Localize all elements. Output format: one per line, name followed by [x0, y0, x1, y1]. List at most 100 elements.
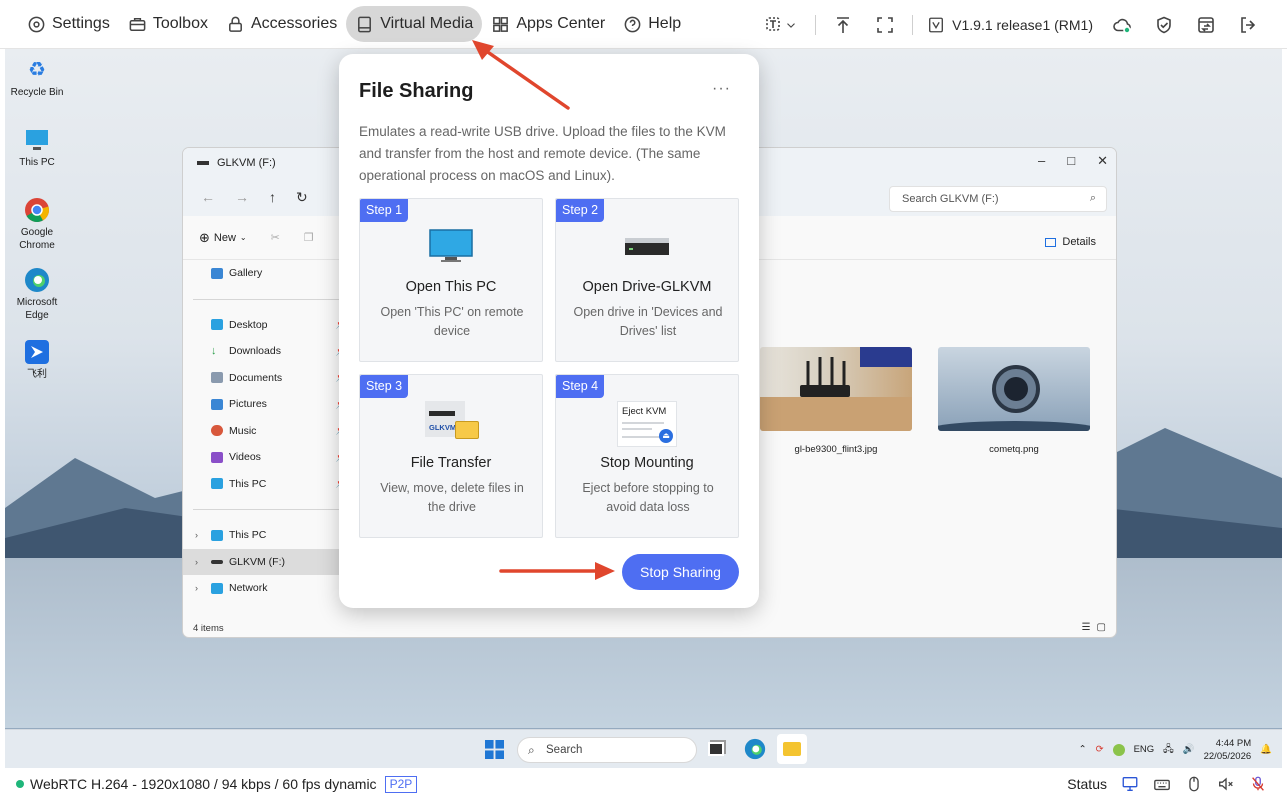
- volume-icon[interactable]: 🔊: [1183, 744, 1195, 755]
- file-thumbnail-comet[interactable]: [938, 347, 1090, 431]
- sidebar-item-videos[interactable]: Videos📌: [183, 444, 351, 471]
- edge-icon: [24, 267, 50, 293]
- mouse-icon[interactable]: [1185, 775, 1203, 793]
- toolbox-button[interactable]: Toolbox: [119, 6, 217, 42]
- sidebar-item-documents[interactable]: Documents📌: [183, 365, 351, 392]
- taskbar-clock[interactable]: 4:44 PM 22/05/2026: [1204, 737, 1252, 763]
- file-thumbnail-router[interactable]: [760, 347, 912, 431]
- tray-app-icon[interactable]: [1112, 743, 1125, 756]
- popup-description: Emulates a read-write USB drive. Upload …: [359, 124, 726, 183]
- keyboard-icon[interactable]: [1153, 775, 1171, 793]
- tree-item-label: GLKVM (F:): [229, 555, 286, 568]
- accessories-button[interactable]: Accessories: [217, 6, 346, 42]
- sidebar-item-label: Pictures: [229, 398, 267, 411]
- file-name[interactable]: gl-be9300_flint3.jpg: [760, 444, 912, 455]
- sidebar-item-music[interactable]: Music📌: [183, 418, 351, 445]
- divider: [815, 14, 817, 35]
- connection-status-dot: [16, 780, 24, 788]
- chrome-icon: [24, 197, 50, 223]
- help-icon: [624, 16, 641, 32]
- folder-icon: [783, 742, 801, 756]
- sidebar-item-desktop[interactable]: Desktop📌: [183, 312, 351, 339]
- text-cursor-icon: [766, 16, 780, 31]
- windows-start-icon[interactable]: [485, 740, 504, 764]
- forward-arrow-icon[interactable]: →: [235, 189, 249, 205]
- chevron-up-icon[interactable]: ⌃: [1079, 744, 1087, 755]
- version-button[interactable]: V1.9.1 release1 (RM1): [919, 16, 1101, 34]
- back-arrow-icon[interactable]: ←: [201, 189, 215, 205]
- desktop-icon-recycle-bin[interactable]: ♻ Recycle Bin: [6, 57, 68, 99]
- version-icon: [929, 17, 944, 32]
- apps-center-button[interactable]: Apps Center: [482, 6, 614, 42]
- divider: [912, 14, 914, 35]
- network-icon[interactable]: 🖧: [1163, 742, 1174, 758]
- notification-bell-icon[interactable]: 🔔: [1260, 744, 1272, 755]
- view-mode-toggles: ☰ ▢: [1082, 622, 1106, 633]
- upload-button[interactable]: [822, 7, 864, 43]
- tile-view-icon[interactable]: ▢: [1097, 622, 1106, 633]
- task-view-icon[interactable]: [708, 742, 724, 756]
- cut-icon[interactable]: ✂: [271, 231, 280, 244]
- microphone-icon[interactable]: [1249, 775, 1267, 793]
- switch-window-button[interactable]: [1185, 7, 1227, 43]
- explorer-tab[interactable]: GLKVM (F:): [197, 157, 276, 169]
- maximize-icon[interactable]: □: [1067, 153, 1075, 169]
- sidebar-item-label: Desktop: [229, 318, 268, 331]
- file-name[interactable]: cometq.png: [938, 444, 1090, 455]
- sidebar-item-label: Videos: [229, 451, 261, 464]
- cloud-status-button[interactable]: [1101, 7, 1143, 43]
- monitor-icon: [24, 127, 50, 153]
- copy-icon[interactable]: ❐: [304, 231, 314, 244]
- list-view-icon[interactable]: ☰: [1082, 622, 1091, 633]
- sidebar-item-label: Documents: [229, 371, 283, 384]
- step-title: Stop Mounting: [600, 455, 694, 471]
- video-icon: [211, 451, 223, 463]
- status-button[interactable]: Status: [1067, 776, 1107, 792]
- desktop-icon-feishu[interactable]: 飞利: [6, 339, 68, 381]
- sidebar-item-this-pc[interactable]: This PC📌: [183, 471, 351, 498]
- virtual-media-button[interactable]: Virtual Media: [346, 6, 483, 42]
- desktop-icon-chrome[interactable]: Google Chrome: [6, 197, 68, 252]
- taskbar-search-input[interactable]: ⌕ Search: [517, 737, 697, 763]
- clock-time: 4:44 PM: [1215, 737, 1252, 749]
- edge-taskbar-icon[interactable]: [744, 738, 766, 765]
- minimize-icon[interactable]: –: [1038, 153, 1045, 169]
- speaker-muted-icon[interactable]: [1217, 775, 1235, 793]
- settings-button[interactable]: Settings: [18, 6, 119, 42]
- monitor-icon[interactable]: [1121, 775, 1139, 793]
- sidebar-item-gallery[interactable]: Gallery: [183, 260, 351, 287]
- file-explorer-taskbar-icon[interactable]: [777, 734, 807, 764]
- settings-label: Settings: [52, 15, 110, 32]
- up-arrow-icon[interactable]: ↑: [269, 189, 276, 205]
- more-options-button[interactable]: ···: [712, 80, 731, 98]
- p2p-badge: P2P: [384, 775, 418, 793]
- desktop-icon-label: This PC: [19, 157, 55, 168]
- monitor-icon: [429, 229, 473, 262]
- toolbox-icon: [129, 17, 146, 31]
- security-button[interactable]: [1143, 7, 1185, 43]
- divider: [193, 509, 341, 510]
- explorer-search-input[interactable]: Search GLKVM (F:) ⌕: [889, 186, 1107, 212]
- sidebar-item-pictures[interactable]: Pictures📌: [183, 391, 351, 418]
- tree-item-this-pc[interactable]: › This PC: [183, 522, 351, 549]
- drive-icon: [197, 161, 209, 165]
- tree-item-network[interactable]: › Network: [183, 575, 351, 602]
- exit-button[interactable]: [1227, 7, 1269, 43]
- desktop-icon-edge[interactable]: Microsoft Edge: [6, 267, 68, 322]
- text-input-dropdown[interactable]: [753, 7, 809, 43]
- sidebar-item-downloads[interactable]: ↓Downloads📌: [183, 338, 351, 365]
- tree-item-glkvm-drive[interactable]: › GLKVM (F:): [183, 548, 351, 575]
- refresh-icon[interactable]: ↻: [296, 189, 308, 206]
- desktop-icon-this-pc[interactable]: This PC: [6, 127, 68, 169]
- stop-sharing-button[interactable]: Stop Sharing: [622, 554, 739, 590]
- language-indicator[interactable]: ENG: [1134, 744, 1155, 755]
- sync-icon[interactable]: ⟳: [1096, 744, 1104, 755]
- details-button[interactable]: Details: [1045, 236, 1096, 248]
- fullscreen-button[interactable]: [864, 7, 906, 43]
- close-icon[interactable]: ✕: [1097, 153, 1108, 169]
- new-button[interactable]: ⊕ New ⌄: [199, 230, 247, 246]
- top-toolbar: Settings Toolbox Accessories Virtual Med…: [0, 0, 1287, 49]
- arrow-up-icon: [837, 16, 850, 33]
- window-controls: – □ ✕: [1038, 153, 1108, 169]
- help-button[interactable]: Help: [614, 6, 690, 42]
